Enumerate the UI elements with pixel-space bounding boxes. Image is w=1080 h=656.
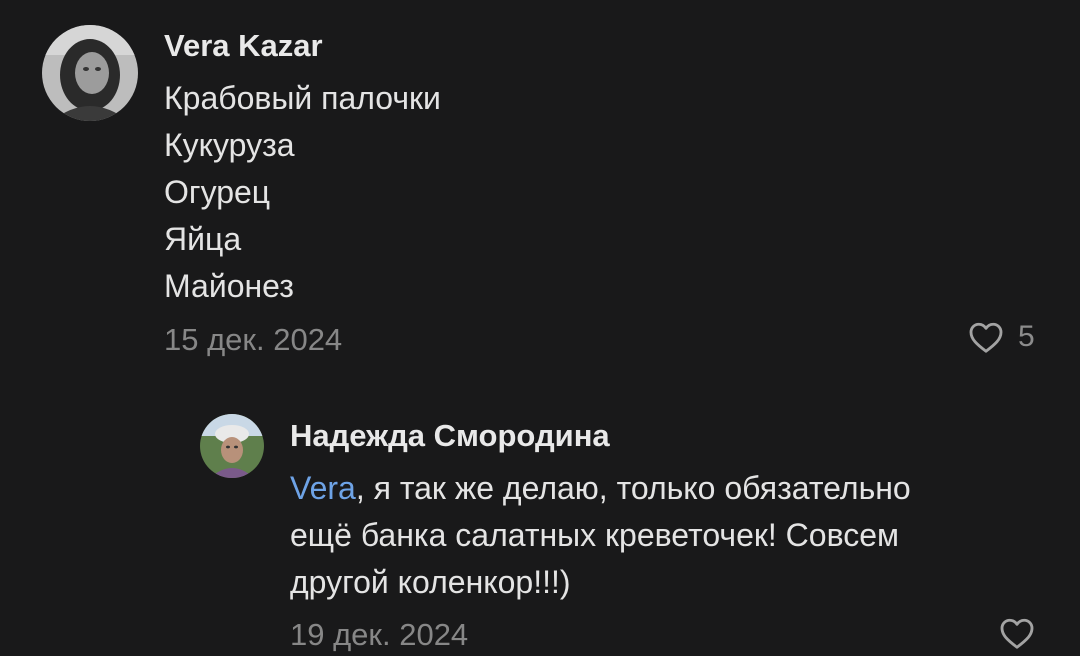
avatar-photo — [42, 25, 138, 121]
reply-text-line: ещё банка салатных креветочек! Совсем — [290, 517, 899, 553]
avatar[interactable] — [200, 414, 264, 478]
reply-author[interactable]: Надежда Смородина — [290, 418, 610, 454]
avatar[interactable] — [42, 25, 138, 121]
like-button[interactable] — [999, 616, 1049, 650]
heart-outline-icon — [1000, 618, 1034, 649]
reply-text-line: другой коленкор!!!) — [290, 564, 571, 600]
reply-date: 19 дек. 2024 — [290, 617, 469, 652]
comment-author[interactable]: Vera Kazar — [164, 28, 323, 64]
like-count: 5 — [1018, 320, 1035, 353]
comment-text-line: Огурец — [164, 174, 271, 210]
reply-text-line: Vera, я так же делаю, только обязательно — [290, 465, 911, 512]
avatar-photo — [200, 414, 264, 478]
comment-text-line: Кукуруза — [164, 127, 295, 163]
like-button[interactable]: 5 — [968, 320, 1035, 354]
comment-text-line: Крабовый палочки — [164, 80, 441, 116]
reply-comment: Надежда Смородина Vera, я так же делаю, … — [0, 380, 1080, 656]
heart-outline-icon — [969, 322, 1003, 353]
comment-text-line: Майонез — [164, 268, 294, 304]
reply-text-fragment: , я так же делаю, только обязательно — [355, 470, 911, 506]
comment-date: 15 дек. 2024 — [164, 322, 343, 357]
mention-link[interactable]: Vera — [290, 470, 356, 506]
comment: Vera Kazar Крабовый палочки Кукуруза Огу… — [0, 0, 1080, 380]
comment-text-line: Яйца — [164, 221, 242, 257]
